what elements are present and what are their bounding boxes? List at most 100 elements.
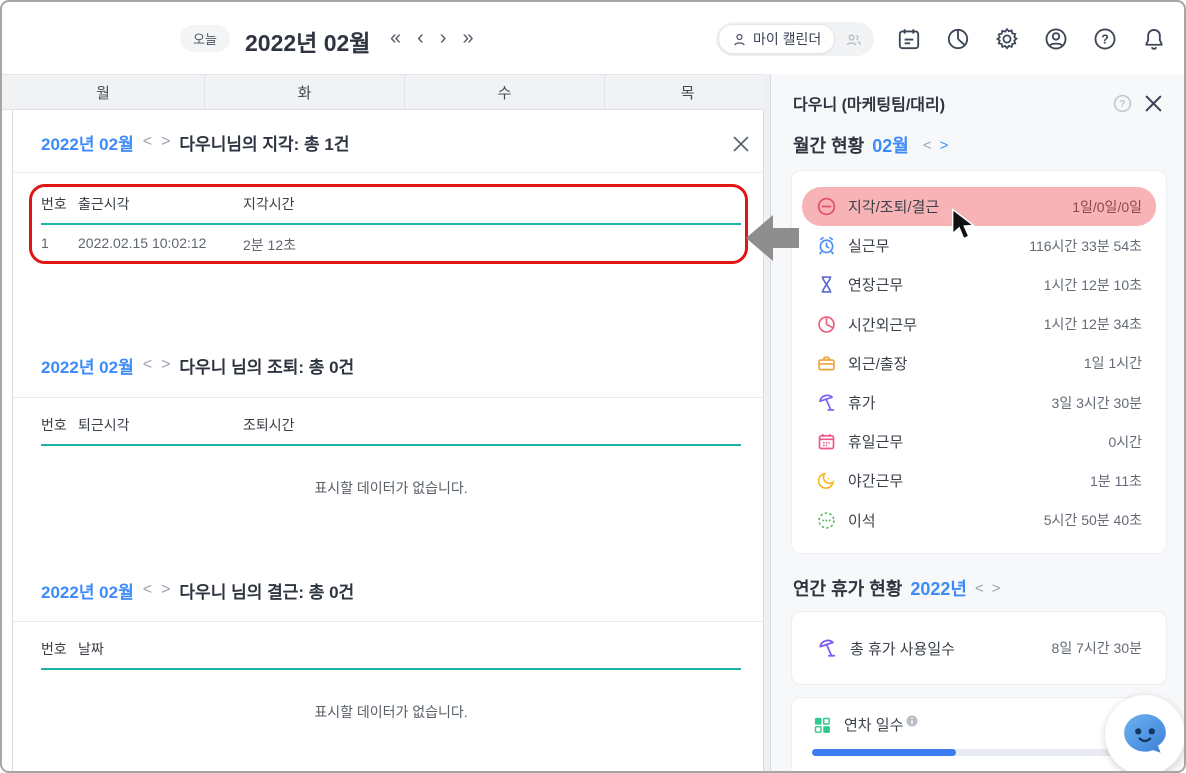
alarm-clock-icon xyxy=(816,235,837,256)
stat-label: 야간근무 xyxy=(848,473,904,491)
chat-support-button[interactable] xyxy=(1105,695,1184,771)
lateness-table-row[interactable]: 1 2022.02.15 10:02:12 2분 12초 xyxy=(41,225,741,255)
stat-value: 1분 11초 xyxy=(1090,472,1142,489)
briefcase-icon xyxy=(816,353,837,374)
chevron-right-icon[interactable]: > xyxy=(992,580,1001,597)
section-month-link[interactable]: 2022년 02월 xyxy=(41,130,134,155)
umbrella-icon xyxy=(816,392,837,413)
section-divider xyxy=(13,172,765,173)
sidebar-user-row: 다우니 (마케팅팀/대리) ? xyxy=(793,91,1165,115)
col-number: 번호 xyxy=(41,417,67,433)
stat-label: 연장근무 xyxy=(848,277,904,295)
calendar-icon xyxy=(896,26,922,52)
statistics-button[interactable] xyxy=(944,25,971,52)
early-leave-title: 다우니 님의 조퇴: 총 0건 xyxy=(179,357,355,377)
stat-row-extra-hours[interactable]: 시간외근무 1시간 12분 34초 xyxy=(802,305,1156,344)
col-clockin-time: 출근시각 xyxy=(78,196,130,212)
stat-label: 실근무 xyxy=(848,238,890,256)
early-leave-section-title: 2022년 02월 < > 다우니 님의 조퇴: 총 0건 xyxy=(41,350,354,380)
help-button[interactable]: ? xyxy=(1091,25,1118,52)
absence-title: 다우니 님의 결근: 총 0건 xyxy=(179,582,355,602)
info-icon[interactable] xyxy=(906,715,918,727)
stat-label: 휴일근무 xyxy=(848,434,904,452)
cell-number: 1 xyxy=(41,235,49,251)
sidebar-close-button[interactable] xyxy=(1141,91,1165,115)
account-button[interactable] xyxy=(1042,25,1069,52)
bell-icon xyxy=(1141,26,1167,52)
monthly-status-title: 월간 현황 02월 < > xyxy=(793,132,948,158)
help-icon: ? xyxy=(1092,26,1118,52)
stat-row-actual-work[interactable]: 실근무 116시간 33분 54초 xyxy=(802,226,1156,265)
absence-empty-message: 표시할 데이터가 없습니다. xyxy=(314,704,468,720)
total-vacation-card: 총 휴가 사용일수 8일 7시간 30분 xyxy=(791,611,1167,685)
yearly-vacation-label: 연간 휴가 현황 xyxy=(793,579,903,599)
absence-table: 번호 날짜 xyxy=(41,639,741,670)
gear-icon xyxy=(994,26,1020,52)
chevron-left-icon[interactable]: < xyxy=(143,356,152,374)
pie-chart-icon xyxy=(816,314,837,335)
absence-table-header: 번호 날짜 xyxy=(41,639,741,670)
chevron-left-icon[interactable]: < xyxy=(975,580,984,597)
col-clockout-time: 퇴근시각 xyxy=(78,417,130,433)
people-icon xyxy=(845,32,862,47)
lateness-section-title: 2022년 02월 < > 다우니님의 지각: 총 1건 xyxy=(41,127,349,157)
profile-icon xyxy=(1043,26,1069,52)
sidebar-help-button[interactable]: ? xyxy=(1110,91,1134,115)
my-calendar-toggle[interactable]: 마이 캘린더 xyxy=(718,24,836,54)
stat-row-away[interactable]: 이석 5시간 50분 40초 xyxy=(802,501,1156,540)
next-month-button[interactable]: › xyxy=(440,24,447,52)
monthly-status-label: 월간 현황 xyxy=(793,136,865,156)
header-icon-bar: ? xyxy=(895,25,1167,52)
umbrella-icon xyxy=(816,637,838,659)
col-early-duration: 조퇴시간 xyxy=(243,417,295,433)
stat-label: 지각/조퇴/결근 xyxy=(848,199,940,217)
stat-row-lateness[interactable]: 지각/조퇴/결근 1일/0일/0일 xyxy=(802,187,1156,227)
cell-clockin-time: 2022.02.15 10:02:12 xyxy=(78,235,207,251)
chevron-right-icon[interactable]: > xyxy=(161,356,170,374)
stat-value: 1시간 12분 10초 xyxy=(1043,276,1142,293)
stat-row-vacation[interactable]: 휴가 3일 3시간 30분 xyxy=(802,383,1156,422)
svg-text:?: ? xyxy=(1119,98,1125,110)
stat-row-holiday-work[interactable]: 휴일근무 0시간 xyxy=(802,422,1156,461)
month-navigation: « ‹ › » xyxy=(390,24,474,52)
first-month-button[interactable]: « xyxy=(390,24,401,52)
yearly-vacation-year[interactable]: 2022년 xyxy=(910,575,967,601)
stat-value: 1일/0일/0일 xyxy=(1072,198,1142,215)
early-leave-table-header: 번호 퇴근시각 조퇴시간 xyxy=(41,415,741,446)
monthly-status-month[interactable]: 02월 xyxy=(872,132,909,158)
lateness-title: 다우니님의 지각: 총 1건 xyxy=(179,134,350,154)
lateness-table: 번호 출근시각 지각시간 1 2022.02.15 10:02:12 2분 12… xyxy=(41,194,741,255)
stat-value: 0시간 xyxy=(1108,433,1142,450)
chevron-left-icon[interactable]: < xyxy=(923,137,932,154)
early-leave-table: 번호 퇴근시각 조퇴시간 xyxy=(41,415,741,446)
grid-icon xyxy=(812,715,832,735)
stat-row-overtime[interactable]: 연장근무 1시간 12분 10초 xyxy=(802,265,1156,304)
weekday-mon: 월 xyxy=(2,75,205,109)
annual-leave-progress-fill xyxy=(812,749,957,756)
stat-row-night-work[interactable]: 야간근무 1분 11초 xyxy=(802,461,1156,500)
notifications-button[interactable] xyxy=(1140,25,1167,52)
stat-value: 1일 1시간 xyxy=(1083,355,1142,372)
total-vacation-label: 총 휴가 사용일수 xyxy=(850,640,955,658)
settings-button[interactable] xyxy=(993,25,1020,52)
prev-month-button[interactable]: ‹ xyxy=(417,24,424,52)
stat-label: 외근/출장 xyxy=(848,355,908,373)
chevron-right-icon[interactable]: > xyxy=(940,137,949,154)
chevron-left-icon[interactable]: < xyxy=(143,133,152,151)
lateness-table-header: 번호 출근시각 지각시간 xyxy=(41,194,741,225)
chevron-right-icon[interactable]: > xyxy=(161,581,170,599)
last-month-button[interactable]: » xyxy=(462,24,473,52)
team-calendar-toggle[interactable] xyxy=(835,32,872,47)
schedule-button[interactable] xyxy=(895,25,922,52)
employee-summary-sidebar: 다우니 (마케팅팀/대리) ? 월간 현황 02월 < > 지각/조퇴/결근 1… xyxy=(770,74,1184,771)
section-month-link[interactable]: 2022년 02월 xyxy=(41,578,134,603)
stat-row-business-trip[interactable]: 외근/출장 1일 1시간 xyxy=(802,344,1156,383)
section-month-link[interactable]: 2022년 02월 xyxy=(41,353,134,378)
chevron-right-icon[interactable]: > xyxy=(161,133,170,151)
stat-label: 휴가 xyxy=(848,395,876,413)
section-divider xyxy=(13,621,765,622)
today-button[interactable]: 오늘 xyxy=(180,25,230,52)
close-panel-button[interactable] xyxy=(729,132,753,156)
weekday-thu: 목 xyxy=(680,84,695,102)
chevron-left-icon[interactable]: < xyxy=(143,581,152,599)
